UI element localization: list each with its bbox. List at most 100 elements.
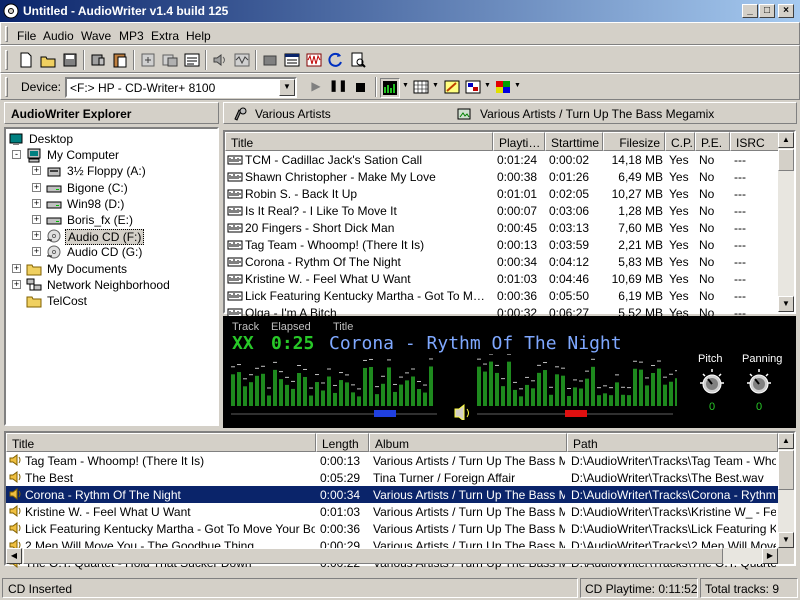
tree-node[interactable]: TelCost	[6, 293, 216, 309]
minimize-button[interactable]: _	[742, 4, 758, 18]
column-header-isrc[interactable]: ISRC	[730, 132, 780, 151]
tree-node[interactable]: + My Documents	[6, 261, 216, 277]
column-header-starttime[interactable]: Starttime	[545, 132, 603, 151]
expand-icon[interactable]: +	[32, 247, 41, 257]
list-icon[interactable]	[281, 49, 303, 71]
dropdown-arrow-icon[interactable]: ▼	[484, 82, 491, 89]
menu-file[interactable]: File	[17, 29, 36, 43]
scroll-down-icon[interactable]: ▼	[778, 532, 794, 548]
scroll-thumb[interactable]	[778, 149, 794, 171]
maximize-button[interactable]: □	[759, 4, 775, 18]
search-icon[interactable]	[347, 49, 369, 71]
playlist[interactable]: Title Length Album Path Tag Team - Whoomp! …	[4, 431, 796, 570]
color-icon[interactable]	[494, 78, 512, 96]
edit-wave-icon[interactable]	[231, 49, 253, 71]
dropdown-arrow-icon[interactable]: ▼	[432, 82, 439, 89]
track-row[interactable]: Corona - Rythm Of The Night 0:00:34 0:04:1…	[225, 253, 780, 270]
level-meter-icon[interactable]	[380, 78, 400, 98]
playlist-header-path[interactable]: Path	[567, 433, 778, 452]
expand-icon[interactable]: +	[32, 231, 41, 241]
tree-node[interactable]: + Audio CD (G:)	[6, 244, 216, 260]
cut-icon[interactable]	[87, 49, 109, 71]
collapse-icon[interactable]: -	[12, 150, 21, 160]
title-bar[interactable]: Untitled - AudioWriter v1.4 build 125 _ …	[0, 0, 800, 22]
playlist-header-album[interactable]: Album	[369, 433, 567, 452]
column-header-cp[interactable]: C.P.	[665, 132, 695, 151]
convert-icon[interactable]	[137, 49, 159, 71]
column-header-title[interactable]: Title	[225, 132, 493, 151]
tree-node[interactable]: - My Computer	[6, 147, 216, 163]
save-icon[interactable]	[59, 49, 81, 71]
track-row[interactable]: Robin S. - Back It Up 0:01:01 0:02:05 10,27…	[225, 185, 780, 202]
scroll-up-icon[interactable]: ▲	[778, 132, 794, 148]
play-icon[interactable]: ▶	[307, 79, 325, 97]
playlist-header-title[interactable]: Title	[6, 433, 316, 452]
playlist-header-length[interactable]: Length	[316, 433, 369, 452]
right-channel-marker[interactable]	[565, 410, 587, 417]
dropdown-arrow-icon[interactable]: ▼	[514, 82, 521, 89]
new-icon[interactable]	[15, 49, 37, 71]
column-header-filesize[interactable]: Filesize	[603, 132, 665, 151]
menu-wave[interactable]: Wave	[81, 29, 111, 43]
pitch-knob[interactable]	[697, 368, 727, 398]
volume-speaker-icon[interactable]	[454, 403, 469, 420]
stop-icon[interactable]	[351, 79, 369, 97]
menu-audio[interactable]: Audio	[43, 29, 74, 43]
tree-node[interactable]: + Boris_fx (E:)	[6, 212, 216, 228]
tree-node[interactable]: + Network Neighborhood	[6, 277, 216, 293]
properties-icon[interactable]	[181, 49, 203, 71]
left-channel-marker[interactable]	[374, 410, 396, 417]
playlist-vscrollbar[interactable]: ▲ ▼	[778, 433, 794, 548]
paste-icon[interactable]	[109, 49, 131, 71]
scroll-left-icon[interactable]: ◀	[6, 548, 22, 564]
speaker-icon[interactable]	[209, 49, 231, 71]
wave-icon[interactable]	[303, 49, 325, 71]
palette-icon[interactable]	[464, 78, 482, 96]
refresh-icon[interactable]	[325, 49, 347, 71]
playlist-row[interactable]: Lick Featuring Kentucky Martha - Got To …	[6, 520, 778, 537]
tree-node[interactable]: + Bigone (C:)	[6, 180, 216, 196]
explorer-tree[interactable]: Desktop - My Computer +3½ Floppy (A:) + Bigon…	[4, 127, 219, 426]
open-icon[interactable]	[37, 49, 59, 71]
playlist-row[interactable]: Kristine W. - Feel What U Want 0:01:03 Var…	[6, 503, 778, 520]
expand-icon[interactable]: +	[32, 198, 41, 208]
scroll-thumb[interactable]	[778, 450, 794, 490]
column-header-playtime[interactable]: Playtime	[493, 132, 545, 151]
panning-knob[interactable]	[744, 368, 774, 398]
scroll-up-icon[interactable]: ▲	[778, 433, 794, 449]
playlist-row[interactable]: The Best 0:05:29 Tina Turner / Foreign Aff…	[6, 469, 778, 486]
playlist-row-selected[interactable]: Corona - Rythm Of The Night 0:00:34 Variou…	[6, 486, 778, 503]
scroll-right-icon[interactable]: ▶	[762, 548, 778, 564]
scroll-thumb[interactable]	[23, 548, 723, 564]
playlist-row[interactable]: Tag Team - Whoomp! (There It Is) 0:00:13 V…	[6, 452, 778, 469]
track-row[interactable]: Is It Real? - I Like To Move It 0:00:07 0:…	[225, 202, 780, 219]
track-row[interactable]: Shawn Christopher - Make My Love 0:00:38 0…	[225, 168, 780, 185]
device-select[interactable]: <F:> HP - CD-Writer+ 8100 ▼	[65, 77, 297, 98]
expand-icon[interactable]: +	[32, 182, 41, 192]
pause-icon[interactable]: ❚❚	[329, 79, 347, 97]
expand-icon[interactable]: +	[32, 215, 41, 224]
menu-help[interactable]: Help	[186, 29, 211, 43]
track-row[interactable]: TCM - Cadillac Jack's Sation Call 0:01:24…	[225, 151, 780, 168]
brush-icon[interactable]	[443, 78, 461, 96]
dropdown-arrow-icon[interactable]: ▼	[402, 82, 409, 89]
menu-mp3[interactable]: MP3	[119, 29, 144, 43]
playlist-hscrollbar[interactable]: ◀ ▶	[6, 548, 778, 564]
scroll-down-icon[interactable]: ▼	[778, 296, 794, 312]
tree-node[interactable]: +3½ Floppy (A:)	[6, 163, 216, 179]
tree-node[interactable]: + Audio CD (F:)	[6, 228, 216, 246]
track-list[interactable]: Title Playtime Starttime Filesize C.P. P.E. IS…	[223, 130, 796, 320]
expand-icon[interactable]: +	[32, 166, 41, 176]
burn-icon[interactable]	[259, 49, 281, 71]
column-header-pe[interactable]: P.E.	[695, 132, 730, 151]
chevron-down-icon[interactable]: ▼	[279, 79, 295, 96]
edit-icon[interactable]	[159, 49, 181, 71]
track-row[interactable]: Tag Team - Whoomp! (There It Is) 0:00:13 0…	[225, 236, 780, 253]
expand-icon[interactable]: +	[12, 263, 21, 273]
track-row[interactable]: Lick Featuring Kentucky Martha - Got To …	[225, 287, 780, 304]
track-row[interactable]: Kristine W. - Feel What U Want 0:01:03 0:0…	[225, 270, 780, 287]
expand-icon[interactable]: +	[12, 279, 21, 289]
grid-icon[interactable]	[412, 78, 430, 96]
tracklist-scrollbar[interactable]: ▲ ▼	[778, 132, 794, 312]
tree-node[interactable]: Desktop	[6, 131, 216, 147]
